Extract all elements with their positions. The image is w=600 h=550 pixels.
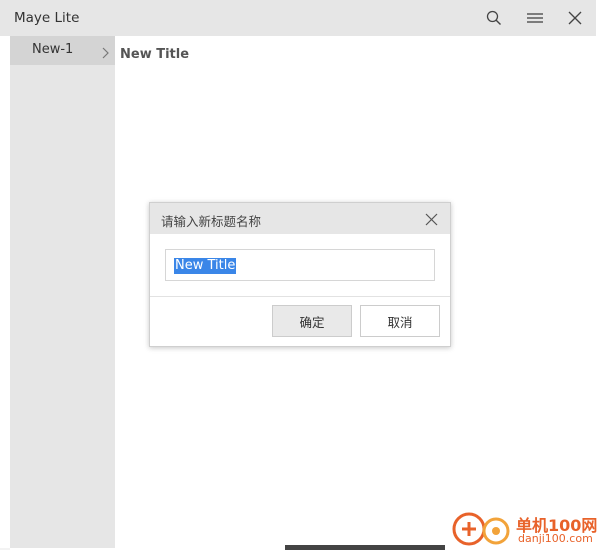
search-icon	[486, 10, 501, 25]
close-icon	[425, 213, 437, 225]
menu-icon	[527, 13, 543, 23]
page-title: New Title	[120, 47, 190, 62]
dialog-close-button[interactable]	[418, 206, 444, 232]
dialog-header[interactable]: 请输入新标题名称	[150, 203, 450, 234]
watermark-logo-icon	[452, 512, 510, 546]
chevron-right-icon	[101, 44, 109, 63]
scrollbar[interactable]	[584, 36, 596, 548]
rename-dialog: 请输入新标题名称 New Title 确定 取消	[149, 202, 451, 347]
title-input[interactable]: New Title	[165, 249, 435, 281]
background-app-bottom	[285, 545, 445, 550]
watermark-subtext: danji100.com	[518, 532, 593, 545]
sidebar: New-1	[10, 36, 115, 548]
dialog-title: 请输入新标题名称	[161, 214, 262, 229]
ok-button[interactable]: 确定	[272, 305, 352, 337]
menu-button[interactable]	[519, 4, 551, 32]
title-bar[interactable]: Maye Lite	[0, 0, 596, 36]
title-input-value: New Title	[174, 258, 237, 274]
cancel-button[interactable]: 取消	[360, 305, 440, 337]
close-button[interactable]	[559, 4, 591, 32]
screen: Maye Lite New-1 New Title 请输入新标题名称 New T…	[0, 0, 600, 550]
sidebar-item-label: New-1	[32, 42, 74, 57]
dialog-footer: 确定 取消	[150, 297, 450, 346]
search-button[interactable]	[478, 4, 510, 32]
close-icon	[568, 11, 582, 25]
sidebar-item-new-1[interactable]: New-1	[10, 36, 115, 65]
watermark: 单机100网 danji100.com	[448, 508, 600, 550]
dialog-body: New Title	[150, 234, 450, 297]
app-title: Maye Lite	[14, 10, 80, 26]
